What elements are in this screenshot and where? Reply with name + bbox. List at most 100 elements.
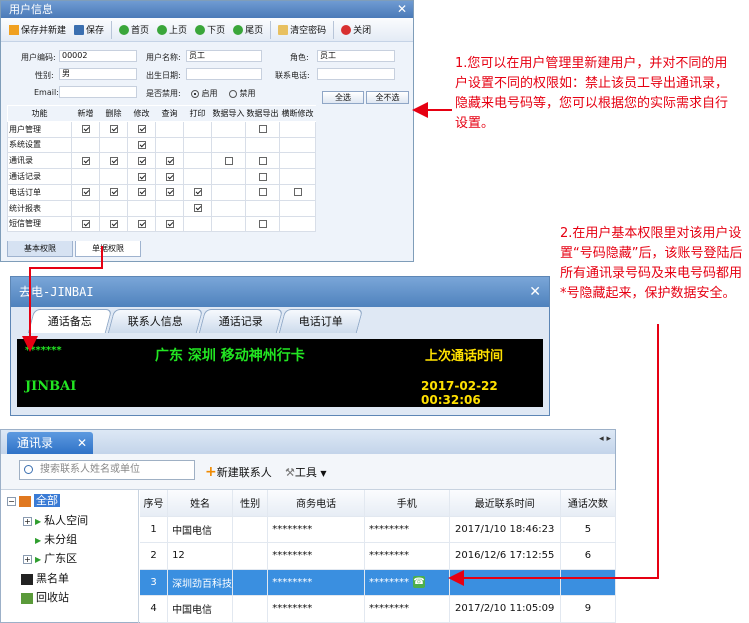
close-button[interactable]: 关闭 (337, 20, 375, 40)
gender-field[interactable]: 男 (59, 68, 137, 80)
permission-checkbox[interactable] (258, 219, 267, 228)
table-row[interactable]: 4 中国电信 ******** ******** 2017/2/10 11:05:09 9 (140, 595, 617, 623)
permission-checkbox[interactable] (81, 219, 90, 228)
search-placeholder: 搜索联系人姓名或单位 (40, 464, 140, 475)
select-all-button[interactable]: 全选 (322, 91, 364, 104)
permission-checkbox[interactable] (258, 125, 267, 134)
permission-checkbox[interactable] (109, 219, 118, 228)
next-page-button[interactable]: 下页 (191, 20, 229, 40)
outgoing-call-window: 去电-JINBAI ✕ 通话备忘 联系人信息 通话记录 电话订单 *******… (10, 276, 550, 416)
table-row[interactable]: 1 中国电信 ******** ******** 2017/1/10 18:46:23 5 (140, 516, 617, 543)
close-icon[interactable]: ✕ (77, 432, 87, 454)
tab-document-permissions[interactable]: 单据权限 (75, 241, 141, 257)
tab-contact-info-label: 联系人信息 (127, 315, 183, 328)
column-header[interactable]: 序号 (140, 490, 169, 517)
permission-checkbox[interactable] (137, 156, 146, 165)
perm-cell (99, 120, 128, 138)
tools-menu-button[interactable]: ⚒工具 ▼ (285, 464, 327, 480)
perm-cell (99, 183, 128, 201)
select-none-button[interactable]: 全不选 (366, 91, 409, 104)
permission-checkbox[interactable] (193, 204, 202, 213)
prev-page-button[interactable]: 上页 (153, 20, 191, 40)
perm-function-name: 通讯录 (7, 152, 72, 170)
permission-checkbox[interactable] (224, 156, 233, 165)
key-icon (278, 24, 289, 35)
perm-cell (71, 168, 100, 185)
tree-item-ungrouped[interactable]: ▶ 未分组 (35, 531, 77, 549)
permission-checkbox[interactable] (293, 188, 302, 197)
tab-call-records[interactable]: 通话记录 (198, 309, 284, 333)
clear-password-button[interactable]: 清空密码 (274, 20, 330, 40)
cell-mobile: ******** ☎ (364, 569, 450, 596)
perm-cell (127, 183, 156, 201)
permission-checkbox[interactable] (165, 156, 174, 165)
permission-checkbox[interactable] (165, 219, 174, 228)
permission-checkbox[interactable] (258, 188, 267, 197)
perm-header-cell: 查询 (155, 105, 184, 122)
tree-item-private[interactable]: + ▶ 私人空间 (23, 512, 88, 530)
contacts-tabbar: 通讯录 ✕ ◂ ▸ (1, 430, 615, 454)
permission-checkbox[interactable] (258, 172, 267, 181)
phone-icon[interactable]: ☎ (412, 576, 425, 589)
new-contact-button[interactable]: +新建联系人 (205, 464, 272, 480)
save-and-new-button[interactable]: 保存并新建 (5, 20, 70, 40)
permission-checkbox[interactable] (137, 188, 146, 197)
column-header[interactable]: 姓名 (167, 490, 234, 517)
permission-checkbox[interactable] (258, 156, 267, 165)
enabled-radio[interactable]: 启用 (191, 88, 218, 99)
phone-field[interactable] (317, 68, 395, 80)
last-page-button[interactable]: 尾页 (229, 20, 267, 40)
tab-phone-orders[interactable]: 电话订单 (278, 309, 364, 333)
perm-cell (71, 120, 100, 138)
tree-item-recycle-bin[interactable]: 回收站 (21, 589, 69, 607)
expand-icon[interactable]: + (23, 554, 32, 564)
tree-item-blacklist[interactable]: 黑名单 (21, 570, 69, 588)
next-page-label: 下页 (207, 26, 226, 36)
column-header[interactable]: 最近联系时间 (449, 490, 561, 517)
tab-contact-info[interactable]: 联系人信息 (107, 309, 204, 333)
tab-basic-permissions[interactable]: 基本权限 (7, 241, 73, 257)
close-icon[interactable]: ✕ (529, 277, 541, 307)
permission-checkbox[interactable] (109, 125, 118, 134)
perm-cell (183, 120, 212, 138)
close-icon[interactable]: ✕ (397, 1, 407, 18)
column-header[interactable]: 商务电话 (267, 490, 365, 517)
permission-checkbox[interactable] (137, 125, 146, 134)
user-name-field[interactable]: 员工 (186, 50, 262, 62)
email-field[interactable] (59, 86, 137, 98)
birth-date-field[interactable] (186, 68, 262, 80)
permission-checkbox[interactable] (165, 188, 174, 197)
perm-cell (155, 136, 184, 154)
perm-cell (99, 152, 128, 170)
perm-cell (71, 199, 100, 217)
role-field[interactable]: 员工 (317, 50, 395, 62)
expand-icon[interactable]: + (23, 516, 32, 526)
permission-checkbox[interactable] (81, 156, 90, 165)
permission-checkbox[interactable] (137, 172, 146, 181)
search-input[interactable]: 搜索联系人姓名或单位 (19, 460, 195, 480)
tree-item-guangdong[interactable]: + ▶ 广东区 (23, 550, 77, 568)
permission-checkbox[interactable] (193, 188, 202, 197)
blacklist-icon (21, 573, 33, 585)
permission-checkbox[interactable] (109, 188, 118, 197)
user-code-field[interactable]: 00002 (59, 50, 137, 62)
collapse-icon[interactable]: − (7, 496, 16, 506)
table-row[interactable]: 3 深圳劲百科技 ******** ******** ☎ (140, 569, 617, 596)
permission-checkbox[interactable] (165, 172, 174, 181)
permission-checkbox[interactable] (81, 188, 90, 197)
permission-checkbox[interactable] (137, 219, 146, 228)
tree-item-all[interactable]: − 全部 (7, 492, 60, 510)
tab-contacts[interactable]: 通讯录 ✕ (7, 432, 93, 454)
column-header[interactable]: 手机 (364, 490, 450, 517)
first-page-button[interactable]: 首页 (115, 20, 153, 40)
permission-checkbox[interactable] (109, 156, 118, 165)
column-header[interactable]: 通话次数 (560, 490, 617, 517)
table-row[interactable]: 2 12 ******** ******** 2016/12/6 17:12:55 6 (140, 542, 617, 570)
column-header[interactable]: 性别 (232, 490, 269, 517)
save-button[interactable]: 保存 (70, 20, 108, 40)
permission-checkbox[interactable] (137, 140, 146, 149)
tab-call-memo[interactable]: 通话备忘 (27, 309, 113, 333)
permission-checkbox[interactable] (81, 125, 90, 134)
disabled-radio[interactable]: 禁用 (229, 88, 256, 99)
tab-scroll-arrows-icon[interactable]: ◂ ▸ (599, 434, 611, 444)
